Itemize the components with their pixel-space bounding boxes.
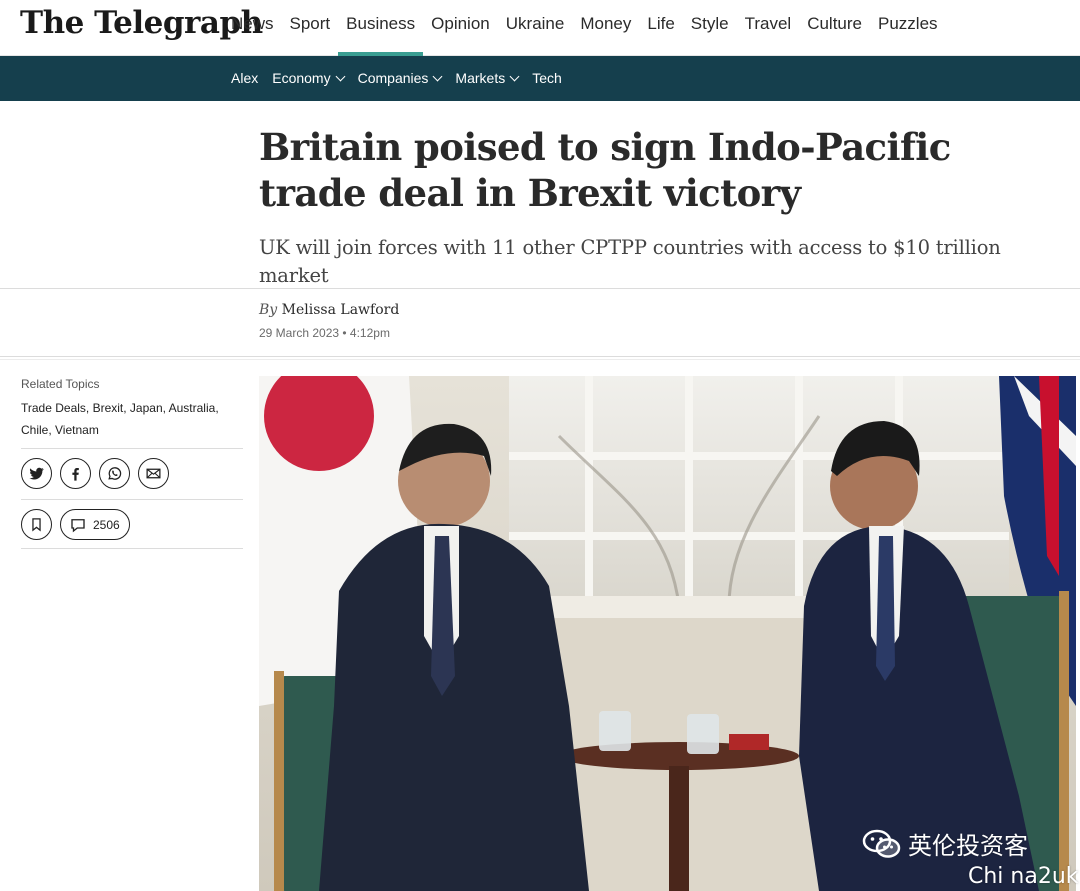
nav-culture[interactable]: Culture [799,0,870,56]
nav-business[interactable]: Business [338,0,424,56]
section-bar: Alex Economy Companies Markets Tech [0,56,1080,101]
nav-ukraine[interactable]: Ukraine [498,0,573,56]
related-topics-label: Related Topics [21,377,100,391]
nav-news[interactable]: News [223,0,282,56]
publish-date: 29 March 2023 • 4:12pm [259,326,390,340]
masthead: The Telegraph News Sport Business Opinio… [0,0,1080,56]
divider [0,356,1080,357]
share-twitter-button[interactable] [21,458,52,489]
email-icon [146,468,161,479]
wechat-icon [862,829,901,858]
save-article-button[interactable] [21,509,52,540]
related-topics-list[interactable]: Trade Deals, Brexit, Japan, Australia, C… [21,397,226,441]
nav-puzzles[interactable]: Puzzles [870,0,946,56]
subnav-label: Companies [357,70,429,86]
whatsapp-icon [108,467,122,480]
chevron-down-icon [509,71,520,81]
bookmark-icon [32,518,41,532]
share-buttons [21,449,243,499]
share-facebook-button[interactable] [60,458,91,489]
subnav-alex[interactable]: Alex [225,56,264,101]
watermark-text: 英伦投资客 [908,832,1028,860]
watermark: 英伦投资客 [862,826,1028,861]
comment-count: 2506 [93,517,120,532]
subnav-label: Tech [532,70,562,86]
share-email-button[interactable] [138,458,169,489]
article-actions: 2506 [21,500,243,548]
twitter-icon [29,467,44,480]
nav-travel[interactable]: Travel [737,0,800,56]
author-link[interactable]: Melissa Lawford [282,302,400,318]
comment-icon [71,518,85,532]
watermark-handle: Chi na2uk [968,864,1079,889]
subnav-economy[interactable]: Economy [266,56,349,101]
byline-prefix: By [259,302,278,318]
subnav-label: Alex [231,70,259,86]
subnav-companies[interactable]: Companies [352,56,448,101]
nav-money[interactable]: Money [572,0,639,56]
article-standfirst: UK will join forces with 11 other CPTPP … [259,236,1001,287]
article-sidebar: Related Topics Trade Deals, Brexit, Japa… [21,376,243,549]
divider [21,548,243,549]
nav-sport[interactable]: Sport [282,0,339,56]
nav-life[interactable]: Life [639,0,682,56]
comments-button[interactable]: 2506 [60,509,130,540]
photo-illustration [259,376,1076,891]
subnav-markets[interactable]: Markets [449,56,524,101]
facebook-icon [72,468,79,481]
nav-style[interactable]: Style [683,0,737,56]
chevron-down-icon [432,71,443,81]
byline: By Melissa Lawford [259,302,399,318]
section-nav: Alex Economy Companies Markets Tech [225,56,570,101]
subnav-tech[interactable]: Tech [526,56,568,101]
top-nav: News Sport Business Opinion Ukraine Mone… [223,0,946,56]
nav-opinion[interactable]: Opinion [423,0,498,56]
share-whatsapp-button[interactable] [99,458,130,489]
lead-photo [259,376,1076,891]
divider [0,288,1080,289]
chevron-down-icon [335,71,346,81]
subnav-label: Economy [272,70,331,86]
subnav-label: Markets [455,70,506,86]
article-headline: Britain poised to sign Indo-Pacific trad… [259,125,951,215]
divider [0,359,1080,360]
